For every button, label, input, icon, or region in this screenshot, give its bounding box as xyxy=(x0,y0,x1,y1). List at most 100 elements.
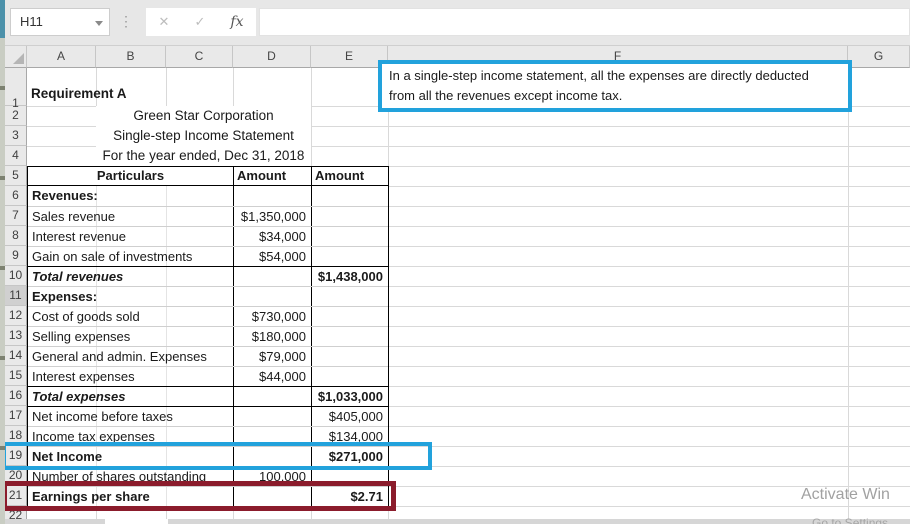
amount-d-cell[interactable] xyxy=(234,267,312,286)
amount-e-cell[interactable] xyxy=(312,247,388,266)
statement-titles: Green Star Corporation Single-step Incom… xyxy=(96,106,311,166)
table-row: Gain on sale of investments $54,000 xyxy=(28,246,388,266)
sheet-tab-strip xyxy=(5,519,910,524)
formula-bar[interactable] xyxy=(259,8,910,36)
amount-e-cell[interactable] xyxy=(312,307,388,326)
excel-window: H11 ⋮ ✕ ✓ fx A B C D E F G 1 23456789101… xyxy=(0,0,910,524)
eps-highlight-box xyxy=(2,481,396,511)
particulars-cell[interactable]: Gain on sale of investments xyxy=(28,247,234,266)
enter-icon[interactable]: ✓ xyxy=(194,14,205,30)
cell-title-period[interactable]: For the year ended, Dec 31, 2018 xyxy=(96,146,311,166)
particulars-cell[interactable]: General and admin. Expenses xyxy=(28,347,234,366)
row-header-1[interactable]: 1 xyxy=(5,68,27,106)
particulars-cell[interactable]: Interest expenses xyxy=(28,367,234,386)
column-header-c[interactable]: C xyxy=(166,46,233,68)
callout-line-1: In a single-step income statement, all t… xyxy=(389,66,841,86)
amount-d-cell[interactable]: $730,000 xyxy=(234,307,312,326)
name-box-value: H11 xyxy=(20,14,43,29)
amount-d-cell[interactable]: $79,000 xyxy=(234,347,312,366)
cell-a1-requirement[interactable]: Requirement A xyxy=(31,86,127,101)
activate-windows-watermark: Activate Win xyxy=(801,486,890,504)
particulars-cell[interactable]: Cost of goods sold xyxy=(28,307,234,326)
amount-e-cell[interactable] xyxy=(312,327,388,346)
amount-d-cell[interactable]: $44,000 xyxy=(234,367,312,386)
column-header-b[interactable]: B xyxy=(96,46,166,68)
row-header[interactable]: 11 xyxy=(5,286,27,306)
active-sheet-tab[interactable] xyxy=(105,519,168,524)
select-all-triangle-icon xyxy=(13,53,24,64)
row-header[interactable]: 8 xyxy=(5,226,27,246)
formula-buttons: ✕ ✓ fx xyxy=(146,8,256,36)
gridline-col-f-g xyxy=(848,68,849,524)
amount-d-cell[interactable]: $54,000 xyxy=(234,247,312,266)
particulars-cell[interactable]: Total revenues xyxy=(28,267,234,286)
particulars-cell[interactable]: Expenses: xyxy=(28,287,234,306)
amount-e-cell[interactable] xyxy=(312,367,388,386)
particulars-cell[interactable]: Revenues: xyxy=(28,186,234,206)
toolbar-separator-dots-icon: ⋮ xyxy=(119,13,133,30)
amount-e-cell[interactable] xyxy=(312,347,388,366)
amount-d-header[interactable]: Amount xyxy=(234,167,312,185)
amount-e-cell[interactable] xyxy=(312,227,388,246)
amount-e-header[interactable]: Amount xyxy=(312,167,388,185)
name-box[interactable]: H11 xyxy=(10,8,110,36)
select-all-button[interactable] xyxy=(5,46,27,68)
row-header[interactable]: 17 xyxy=(5,406,27,426)
amount-d-cell[interactable]: $34,000 xyxy=(234,227,312,246)
formula-toolbar: H11 ⋮ ✕ ✓ fx xyxy=(0,0,910,46)
amount-d-cell[interactable] xyxy=(234,407,312,426)
row-header[interactable]: 6 xyxy=(5,186,27,206)
particulars-header[interactable]: Particulars xyxy=(28,167,234,185)
desktop-edge-teal xyxy=(0,0,5,38)
insert-function-icon[interactable]: fx xyxy=(230,14,243,30)
net-income-highlight-box xyxy=(2,442,432,470)
row-header[interactable]: 13 xyxy=(5,326,27,346)
amount-e-cell[interactable]: $1,438,000 xyxy=(312,267,388,286)
column-header-d[interactable]: D xyxy=(233,46,311,68)
annotation-callout-box: In a single-step income statement, all t… xyxy=(378,60,852,112)
column-header-a[interactable]: A xyxy=(27,46,96,68)
table-header-row: Particulars Amount Amount xyxy=(28,166,388,186)
table-row: Revenues: xyxy=(28,186,388,206)
row-header[interactable]: 2 xyxy=(5,106,27,126)
cell-title-company[interactable]: Green Star Corporation xyxy=(96,106,311,126)
table-row: General and admin. Expenses $79,000 xyxy=(28,346,388,366)
particulars-cell[interactable]: Selling expenses xyxy=(28,327,234,346)
row-header[interactable]: 5 xyxy=(5,166,27,186)
particulars-cell[interactable]: Net income before taxes xyxy=(28,407,234,426)
row-header[interactable]: 9 xyxy=(5,246,27,266)
row-header[interactable]: 14 xyxy=(5,346,27,366)
amount-d-cell[interactable] xyxy=(234,387,312,406)
column-header-e[interactable]: E xyxy=(311,46,388,68)
row-header[interactable]: 7 xyxy=(5,206,27,226)
amount-e-cell[interactable] xyxy=(312,207,388,226)
amount-d-cell[interactable] xyxy=(234,186,312,206)
row-header[interactable]: 4 xyxy=(5,146,27,166)
amount-e-cell[interactable]: $405,000 xyxy=(312,407,388,426)
cancel-icon[interactable]: ✕ xyxy=(159,14,170,30)
amount-e-cell[interactable] xyxy=(312,186,388,206)
callout-line-2: from all the revenues except income tax. xyxy=(389,86,841,106)
table-row: Selling expenses $180,000 xyxy=(28,326,388,346)
row-header[interactable]: 12 xyxy=(5,306,27,326)
table-row: Interest expenses $44,000 xyxy=(28,366,388,386)
row-header[interactable]: 15 xyxy=(5,366,27,386)
table-row: Total expenses $1,033,000 xyxy=(28,386,388,406)
table-row: Sales revenue $1,350,000 xyxy=(28,206,388,226)
row-header[interactable]: 3 xyxy=(5,126,27,146)
amount-d-cell[interactable]: $1,350,000 xyxy=(234,207,312,226)
particulars-cell[interactable]: Sales revenue xyxy=(28,207,234,226)
cell-title-statement[interactable]: Single-step Income Statement xyxy=(96,126,311,146)
row-header[interactable]: 16 xyxy=(5,386,27,406)
column-header-g[interactable]: G xyxy=(848,46,910,68)
amount-e-cell[interactable]: $1,033,000 xyxy=(312,387,388,406)
table-row: Expenses: xyxy=(28,286,388,306)
row-header[interactable]: 10 xyxy=(5,266,27,286)
amount-e-cell[interactable] xyxy=(312,287,388,306)
desktop-edge-sliver xyxy=(0,0,5,524)
particulars-cell[interactable]: Total expenses xyxy=(28,387,234,406)
amount-d-cell[interactable] xyxy=(234,287,312,306)
name-box-dropdown-icon[interactable] xyxy=(95,21,103,26)
amount-d-cell[interactable]: $180,000 xyxy=(234,327,312,346)
particulars-cell[interactable]: Interest revenue xyxy=(28,227,234,246)
